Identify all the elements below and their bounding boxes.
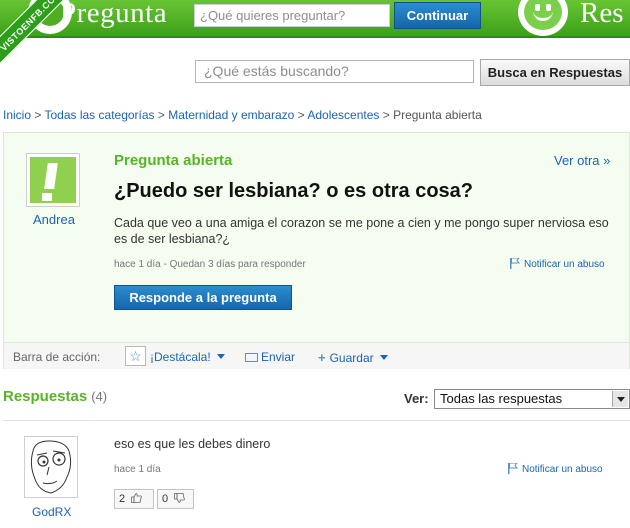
breadcrumb-link-adolescentes[interactable]: Adolescentes <box>307 108 379 122</box>
asker-avatar[interactable] <box>26 153 80 207</box>
save-dropdown[interactable]: + Guardar <box>318 350 388 365</box>
respond-button[interactable]: Responde a la pregunta <box>114 285 292 310</box>
breadcrumb-link-maternidad[interactable]: Maternidad y embarazo <box>168 108 294 122</box>
chevron-down-icon <box>379 355 388 360</box>
breadcrumb-link-categorias[interactable]: Todas las categorías <box>44 108 154 122</box>
chevron-down-icon <box>216 354 225 359</box>
search-answers-button[interactable]: Busca en Respuestas <box>480 59 630 86</box>
answerer-name[interactable]: GodRX <box>32 505 71 519</box>
answerer-avatar[interactable] <box>24 436 78 498</box>
answer-report-abuse-link[interactable]: Notificar un abuso <box>508 463 603 475</box>
smiley-logo-icon <box>518 0 568 36</box>
search-input[interactable]: ¿Qué estás buscando? <box>195 60 474 83</box>
thumbs-down-icon <box>174 493 185 503</box>
thumbs-up-button[interactable]: 2 <box>114 489 154 509</box>
continue-button[interactable]: Continuar <box>394 2 481 29</box>
divider <box>3 420 630 421</box>
top-banner: Pregunta ¿Qué quieres preguntar? Continu… <box>0 0 630 38</box>
question-title: ¿Puedo ser lesbiana? o es otra cosa? <box>114 180 474 202</box>
question-panel: Andrea Pregunta abierta Ver otra » ¿Pued… <box>3 132 630 369</box>
mail-icon <box>245 353 258 362</box>
action-bar: Barra de acción: ☆ ¡Destácala! Enviar + G… <box>4 342 629 369</box>
thumbs-up-icon <box>131 493 142 503</box>
votes-down-count: 0 <box>162 493 169 505</box>
brand-title-right: Res <box>580 0 624 29</box>
asker-name[interactable]: Andrea <box>33 212 75 227</box>
meme-face-icon <box>30 440 72 494</box>
destacala-dropdown[interactable]: ¡Destácala! <box>150 350 225 364</box>
breadcrumb-link-inicio[interactable]: Inicio <box>3 108 31 122</box>
answer-text: eso es que les debes dinero <box>114 437 271 451</box>
action-bar-label: Barra de acción: <box>13 350 101 364</box>
thumbs-down-button[interactable]: 0 <box>157 489 194 509</box>
see-other-link[interactable]: Ver otra » <box>554 153 610 168</box>
votes-up-count: 2 <box>119 493 126 505</box>
ask-question-input[interactable]: ¿Qué quieres preguntar? <box>194 4 390 27</box>
answers-filter-select[interactable]: Todas las respuestas <box>434 389 630 409</box>
answers-heading: Respuestas (4) <box>3 388 108 405</box>
send-button[interactable]: Enviar <box>245 350 295 364</box>
breadcrumb: Inicio > Todas las categorías > Maternid… <box>3 108 482 122</box>
brand-title: Pregunta <box>60 0 168 29</box>
dropdown-arrow-icon[interactable] <box>612 391 628 407</box>
report-abuse-link[interactable]: Notificar un abuso <box>510 258 605 270</box>
question-status-label: Pregunta abierta <box>114 152 233 169</box>
breadcrumb-current: Pregunta abierta <box>393 108 482 122</box>
plus-icon: + <box>318 350 326 365</box>
flag-icon <box>510 258 520 269</box>
star-icon[interactable]: ☆ <box>125 346 146 366</box>
flag-icon <box>508 463 518 474</box>
question-body: Cada que veo a una amiga el corazon se m… <box>114 216 609 246</box>
filter-label: Ver: <box>404 391 429 406</box>
question-meta: hace 1 día - Quedan 3 días para responde… <box>114 259 306 270</box>
answer-meta: hace 1 día <box>114 464 161 475</box>
answers-count: (4) <box>91 389 108 404</box>
